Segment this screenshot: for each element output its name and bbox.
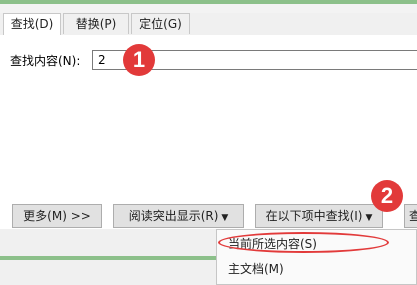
find-in-label: 在以下项中查找(I) [265,209,363,223]
tab-find[interactable]: 查找(D) [3,13,61,35]
tab-bar: 查找(D) 替换(P) 定位(G) [0,13,417,48]
more-button-label: 更多(M) >> [23,209,91,223]
title-strip [0,4,417,13]
caret-down-icon: ▼ [365,213,373,223]
caret-down-icon: ▼ [221,213,229,223]
tab-replace[interactable]: 替换(P) [63,13,129,34]
step-1-badge: 1 [123,44,155,76]
find-in-button[interactable]: 在以下项中查找(I) ▼ [255,204,383,228]
more-button[interactable]: 更多(M) >> [12,204,102,228]
highlight-ring-annotation [218,232,389,253]
menu-item-main-document[interactable]: 主文档(M) [228,260,284,278]
reading-highlight-button[interactable]: 阅读突出显示(R) ▼ [113,204,244,228]
find-next-button[interactable]: 查 [404,204,417,228]
reading-highlight-label: 阅读突出显示(R) [128,209,219,223]
step-2-badge: 2 [371,180,403,212]
find-what-label: 查找内容(N): [10,54,81,68]
tab-goto[interactable]: 定位(G) [131,13,190,34]
find-next-label: 查 [409,209,417,223]
